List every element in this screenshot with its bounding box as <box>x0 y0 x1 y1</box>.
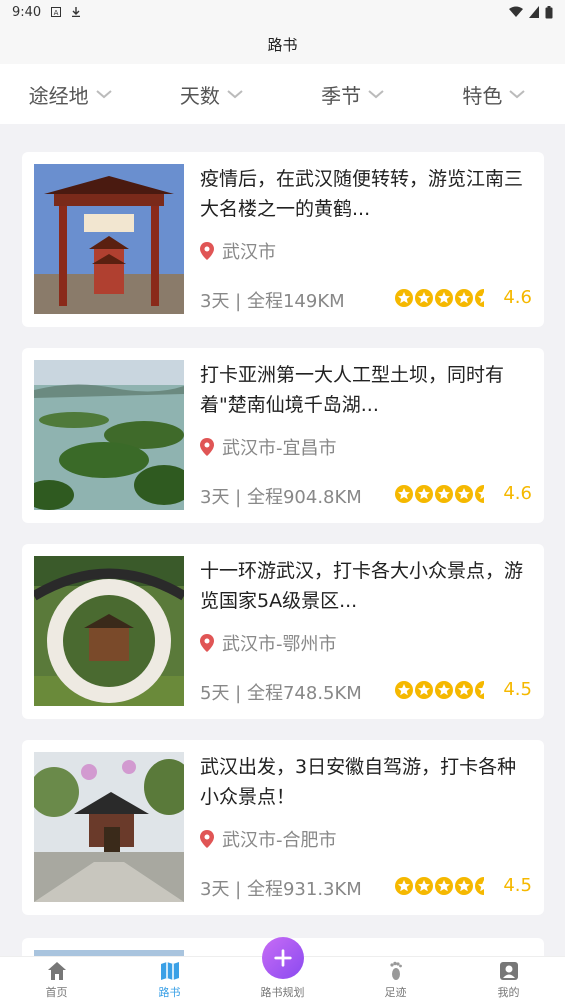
footprint-icon <box>389 961 402 980</box>
plus-icon <box>273 949 292 967</box>
location-text: 武汉市-宜昌市 <box>222 438 337 459</box>
route-meta: 3天 | 全程149KM <box>200 291 345 312</box>
notification-a-icon: A <box>51 7 62 17</box>
star-icon <box>395 288 414 307</box>
location-text: 武汉市 <box>222 242 276 263</box>
location-text: 武汉市-合肥市 <box>222 830 337 851</box>
star-icon <box>415 288 434 307</box>
tab-footprint[interactable]: 足迹 <box>339 957 452 1004</box>
star-icon <box>415 680 434 699</box>
tab-home[interactable]: 首页 <box>0 957 113 1004</box>
star-icon <box>415 876 434 895</box>
status-bar: 9:40 A <box>0 0 565 24</box>
star-icon <box>395 484 414 503</box>
location-pin-icon <box>200 830 214 848</box>
svg-text:A: A <box>54 9 59 17</box>
star-icon <box>455 484 474 503</box>
route-rating: 4.5 <box>395 875 532 896</box>
route-title: 疫情后，在武汉随便转转，游览江南三大名楼之一的黄鹤... <box>200 168 524 220</box>
chevron-down-icon <box>509 90 526 99</box>
tab-label: 足迹 <box>384 986 407 999</box>
bottom-tab-bar: 首页 路书 路书规划 足迹 我的 <box>0 937 565 1004</box>
route-location: 武汉市-合肥市 <box>200 826 337 852</box>
add-plan-button[interactable] <box>261 937 304 979</box>
star-icon <box>455 288 474 307</box>
half-star-icon <box>475 288 485 307</box>
route-thumbnail <box>34 360 184 510</box>
route-meta: 3天 | 全程904.8KM <box>200 487 362 508</box>
battery-icon <box>545 5 553 18</box>
user-icon <box>499 962 518 980</box>
download-icon <box>72 7 81 17</box>
star-icon <box>435 876 454 895</box>
chevron-down-icon <box>95 90 112 99</box>
half-star-icon <box>475 484 485 503</box>
tab-label: 路书 <box>158 986 181 999</box>
star-icon <box>455 876 474 895</box>
tab-label: 首页 <box>45 986 68 999</box>
filter-bar: 途经地 天数 季节 特色 <box>0 64 565 124</box>
location-pin-icon <box>200 634 214 652</box>
route-location: 武汉市-宜昌市 <box>200 434 337 460</box>
filter-label: 特色 <box>462 83 503 108</box>
route-location: 武汉市 <box>200 238 276 264</box>
route-thumbnail <box>34 752 184 902</box>
rating-value: 4.6 <box>503 483 532 504</box>
location-pin-icon <box>200 242 214 260</box>
route-location: 武汉市-鄂州市 <box>200 630 337 656</box>
half-star-icon <box>475 680 485 699</box>
route-thumbnail <box>34 556 184 706</box>
location-pin-icon <box>200 438 214 456</box>
route-title: 十一环游武汉，打卡各大小众景点，游览国家5A级景区... <box>200 560 524 612</box>
tab-label: 我的 <box>497 986 520 999</box>
star-icon <box>415 484 434 503</box>
filter-waypoint[interactable]: 途经地 <box>0 80 141 109</box>
map-icon <box>160 962 179 980</box>
route-rating: 4.5 <box>395 679 532 700</box>
tab-plan[interactable]: 路书规划 <box>226 937 339 1004</box>
route-title: 打卡亚洲第一大人工型土坝，同时有着"楚南仙境千岛湖... <box>200 364 505 416</box>
filter-label: 季节 <box>321 83 362 108</box>
route-list: 疫情后，在武汉随便转转，游览江南三大名楼之一的黄鹤... 武汉市 3天 | 全程… <box>22 152 544 936</box>
route-card[interactable]: 疫情后，在武汉随便转转，游览江南三大名楼之一的黄鹤... 武汉市 3天 | 全程… <box>22 152 544 327</box>
chevron-down-icon <box>368 90 384 99</box>
route-rating: 4.6 <box>395 287 532 308</box>
filter-days[interactable]: 天数 <box>141 80 282 109</box>
star-icon <box>455 680 474 699</box>
route-meta: 3天 | 全程931.3KM <box>200 879 362 900</box>
wifi-icon <box>509 6 523 17</box>
filter-label: 天数 <box>179 83 220 108</box>
tab-roadbook[interactable]: 路书 <box>113 957 226 1004</box>
tab-profile[interactable]: 我的 <box>452 957 565 1004</box>
signal-icon <box>529 6 539 18</box>
star-icon <box>395 680 414 699</box>
route-title: 武汉出发，3日安徽自驾游，打卡各种小众景点！ <box>200 756 517 808</box>
star-icon <box>435 680 454 699</box>
star-icon <box>395 876 414 895</box>
filter-feature[interactable]: 特色 <box>424 80 565 109</box>
half-star-icon <box>475 876 485 895</box>
location-text: 武汉市-鄂州市 <box>222 634 337 655</box>
route-card[interactable]: 武汉出发，3日安徽自驾游，打卡各种小众景点！ 武汉市-合肥市 3天 | 全程93… <box>22 740 544 915</box>
star-icon <box>435 484 454 503</box>
status-time: 9:40 <box>12 4 42 20</box>
route-card[interactable]: 十一环游武汉，打卡各大小众景点，游览国家5A级景区... 武汉市-鄂州市 5天 … <box>22 544 544 719</box>
rating-value: 4.5 <box>503 679 532 700</box>
route-meta: 5天 | 全程748.5KM <box>200 683 362 704</box>
page-header: 路书 <box>0 24 565 64</box>
chevron-down-icon <box>227 90 243 99</box>
home-icon <box>47 962 66 980</box>
rating-value: 4.5 <box>503 875 532 896</box>
route-rating: 4.6 <box>395 483 532 504</box>
rating-value: 4.6 <box>503 287 532 308</box>
star-icon <box>435 288 454 307</box>
tab-label: 路书规划 <box>260 986 305 999</box>
route-thumbnail <box>34 164 184 314</box>
filter-label: 途经地 <box>28 83 89 108</box>
filter-season[interactable]: 季节 <box>283 80 424 109</box>
page-title: 路书 <box>267 35 298 54</box>
route-card[interactable]: 打卡亚洲第一大人工型土坝，同时有着"楚南仙境千岛湖... 武汉市-宜昌市 3天 … <box>22 348 544 523</box>
